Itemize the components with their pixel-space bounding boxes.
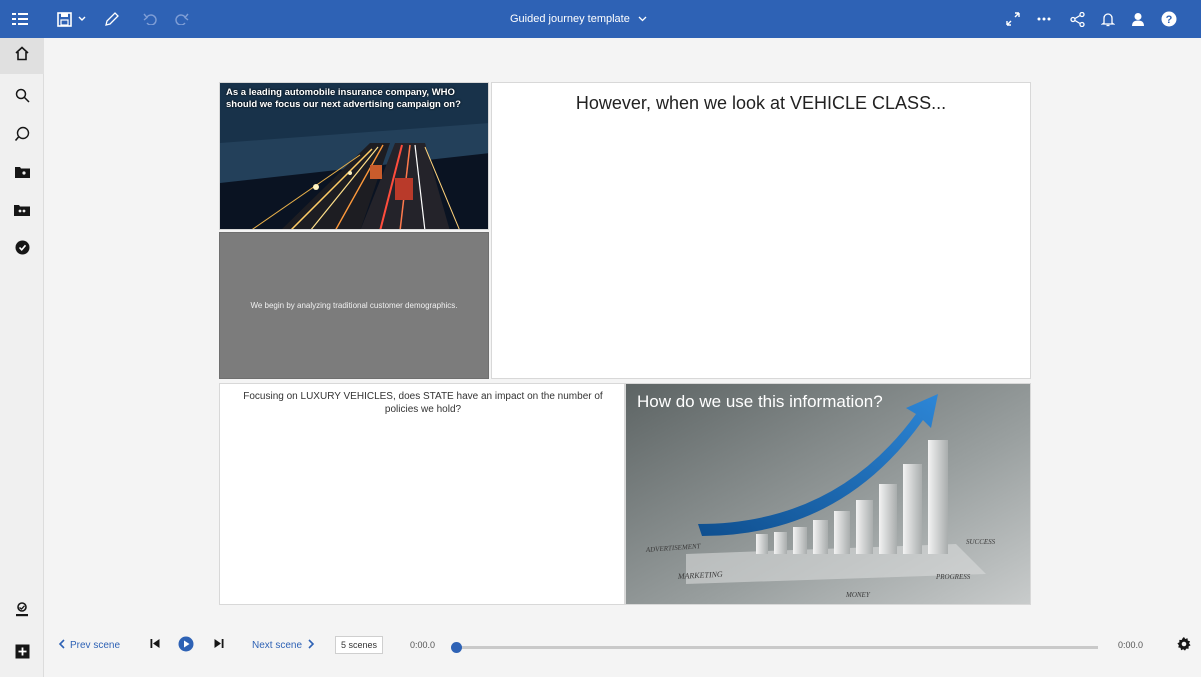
sidebar-item-assistant[interactable]	[0, 118, 44, 154]
sidebar-item-team-content[interactable]	[0, 194, 44, 230]
skip-to-end-button[interactable]	[214, 613, 224, 677]
skip-back-icon	[150, 638, 160, 652]
current-time: 0:00.0	[410, 640, 436, 650]
sidebar-item-home[interactable]	[0, 38, 44, 74]
sidebar-item-recent[interactable]	[0, 232, 44, 268]
chart-heading: How do we use this information?	[637, 392, 883, 411]
skip-forward-icon	[214, 638, 224, 652]
next-scene-button[interactable]: Next scene	[252, 613, 315, 677]
luxury-vehicles-panel[interactable]: Focusing on LUXURY VEHICLES, does STATE …	[219, 383, 625, 605]
top-toolbar: Guided journey template ?	[0, 0, 1201, 38]
share-icon[interactable]	[1065, 0, 1089, 38]
chart-label-success: SUCCESS	[966, 538, 996, 546]
user-badge-icon	[15, 602, 29, 622]
photo-caption: As a leading automobile insurance compan…	[226, 87, 461, 110]
chevron-left-icon	[58, 638, 65, 652]
assistant-icon	[14, 126, 30, 147]
user-icon[interactable]	[1126, 0, 1150, 38]
notification-icon[interactable]	[1096, 0, 1120, 38]
sidebar-item-account[interactable]	[0, 594, 44, 630]
left-sidebar	[0, 38, 44, 677]
undo-icon[interactable]	[138, 0, 162, 38]
search-icon	[15, 88, 30, 108]
home-icon	[14, 46, 30, 66]
prev-scene-button[interactable]: Prev scene	[58, 613, 120, 677]
team-folder-icon	[14, 203, 30, 221]
sidebar-item-new[interactable]	[0, 636, 44, 672]
expand-icon[interactable]	[1001, 0, 1025, 38]
next-scene-label: Next scene	[252, 639, 303, 651]
chart-label-money: MONEY	[845, 591, 871, 599]
add-icon	[15, 644, 30, 664]
scenes-menu[interactable]: 5 scenes	[335, 613, 384, 677]
play-icon	[178, 636, 194, 655]
sidebar-item-my-content[interactable]	[0, 156, 44, 192]
play-button[interactable]	[178, 613, 194, 677]
svg-text:?: ?	[1166, 14, 1173, 26]
sidebar-item-search[interactable]	[0, 80, 44, 116]
gear-icon	[1176, 636, 1192, 655]
story-canvas: As a leading automobile insurance compan…	[44, 38, 1201, 640]
demographics-panel[interactable]: We begin by analyzing traditional custom…	[219, 232, 489, 379]
help-icon[interactable]: ?	[1157, 0, 1181, 38]
skip-to-start-button[interactable]	[150, 613, 160, 677]
vehicle-class-heading: However, when we look at VEHICLE CLASS..…	[575, 93, 947, 113]
total-time: 0:00.0	[1118, 640, 1144, 650]
chevron-right-icon	[308, 638, 315, 652]
timeline-track[interactable]	[456, 646, 1098, 649]
demographics-text: We begin by analyzing traditional custom…	[250, 301, 458, 310]
traffic-photo-panel[interactable]: As a leading automobile insurance compan…	[219, 82, 489, 230]
report-title[interactable]: Guided journey template	[510, 0, 647, 38]
title-chevron-down-icon	[638, 13, 647, 25]
menu-icon[interactable]	[8, 0, 32, 38]
playback-bar: Prev scene Next scene 5 scenes 0:00.0 0:…	[44, 613, 1201, 677]
vehicle-class-panel[interactable]: However, when we look at VEHICLE CLASS..…	[491, 82, 1031, 379]
check-circle-icon	[15, 240, 30, 260]
edit-icon[interactable]	[99, 0, 123, 38]
more-icon[interactable]	[1032, 0, 1056, 38]
prev-scene-label: Prev scene	[70, 639, 121, 651]
luxury-vehicles-text: Focusing on LUXURY VEHICLES, does STATE …	[243, 391, 603, 415]
save-icon[interactable]	[52, 0, 76, 38]
chart-label-progress: PROGRESS	[935, 573, 971, 581]
growth-chart-panel[interactable]: ADVERTISEMENT MARKETING MONEY PROGRESS S…	[625, 383, 1031, 605]
redo-icon[interactable]	[170, 0, 194, 38]
chevron-down-icon[interactable]	[76, 0, 88, 38]
settings-button[interactable]	[1176, 613, 1192, 677]
folder-icon	[14, 165, 30, 183]
timeline-handle[interactable]	[451, 642, 462, 653]
growth-chart-image: ADVERTISEMENT MARKETING MONEY PROGRESS S…	[626, 384, 1030, 604]
report-title-label: Guided journey template	[510, 13, 630, 25]
scenes-count-label: 5 scenes	[335, 636, 384, 654]
